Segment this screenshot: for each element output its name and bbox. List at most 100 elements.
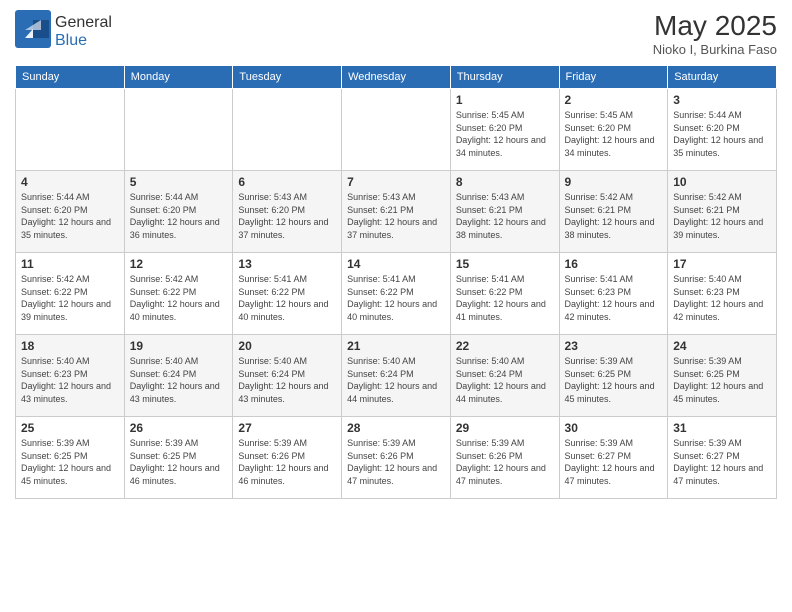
calendar-cell: 28 Sunrise: 5:39 AM Sunset: 6:26 PM Dayli…: [342, 417, 451, 499]
calendar-cell: 6Sunrise: 5:43 AM Sunset: 6:20 PM Daylig…: [233, 171, 342, 253]
day-info: Sunrise: 5:42 AM Sunset: 6:22 PM Dayligh…: [130, 273, 228, 323]
day-number: 3: [673, 93, 771, 107]
calendar-cell: [124, 89, 233, 171]
day-of-week-wednesday: Wednesday: [342, 66, 451, 89]
location-subtitle: Nioko I, Burkina Faso: [653, 42, 777, 57]
day-number: 14: [347, 257, 445, 271]
day-number: 20: [238, 339, 336, 353]
day-number: 4: [21, 175, 119, 189]
day-number: 26: [130, 421, 228, 435]
calendar-cell: 4 Sunrise: 5:44 AM Sunset: 6:20 PM Daylig…: [16, 171, 125, 253]
day-number: 27: [238, 421, 336, 435]
calendar-cell: 26 Sunrise: 5:39 AM Sunset: 6:25 PM Dayli…: [124, 417, 233, 499]
calendar-cell: 16Sunrise: 5:41 AM Sunset: 6:23 PM Dayli…: [559, 253, 668, 335]
day-info: Sunrise: 5:39 AM Sunset: 6:26 PM Dayligh…: [456, 437, 554, 487]
month-title: May 2025: [653, 10, 777, 42]
calendar-cell: 7 Sunrise: 5:43 AM Sunset: 6:21 PM Daylig…: [342, 171, 451, 253]
calendar-cell: [342, 89, 451, 171]
day-info: Sunrise: 5:39 AM Sunset: 6:25 PM Dayligh…: [565, 355, 663, 405]
day-info: Sunrise: 5:41 AM Sunset: 6:22 PM Dayligh…: [238, 273, 336, 323]
day-info: Sunrise: 5:41 AM Sunset: 6:22 PM Dayligh…: [347, 273, 445, 323]
day-number: 10: [673, 175, 771, 189]
day-of-week-friday: Friday: [559, 66, 668, 89]
day-info: Sunrise: 5:43 AM Sunset: 6:21 PM Dayligh…: [347, 191, 445, 241]
logo-blue-text: Blue: [55, 32, 87, 49]
day-of-week-tuesday: Tuesday: [233, 66, 342, 89]
day-of-week-monday: Monday: [124, 66, 233, 89]
calendar-cell: 23 Sunrise: 5:39 AM Sunset: 6:25 PM Dayli…: [559, 335, 668, 417]
day-info: Sunrise: 5:41 AM Sunset: 6:22 PM Dayligh…: [456, 273, 554, 323]
day-info: Sunrise: 5:40 AM Sunset: 6:24 PM Dayligh…: [238, 355, 336, 405]
page: General Blue May 2025 Nioko I, Burkina F…: [0, 0, 792, 612]
day-info: Sunrise: 5:40 AM Sunset: 6:23 PM Dayligh…: [673, 273, 771, 323]
logo: General Blue: [15, 10, 112, 53]
header: General Blue May 2025 Nioko I, Burkina F…: [15, 10, 777, 57]
day-number: 24: [673, 339, 771, 353]
day-info: Sunrise: 5:39 AM Sunset: 6:27 PM Dayligh…: [565, 437, 663, 487]
logo-general-text: General: [55, 14, 112, 31]
calendar-cell: 10Sunrise: 5:42 AM Sunset: 6:21 PM Dayli…: [668, 171, 777, 253]
day-number: 31: [673, 421, 771, 435]
day-number: 12: [130, 257, 228, 271]
day-info: Sunrise: 5:39 AM Sunset: 6:26 PM Dayligh…: [238, 437, 336, 487]
day-info: Sunrise: 5:42 AM Sunset: 6:22 PM Dayligh…: [21, 273, 119, 323]
calendar-cell: 1 Sunrise: 5:45 AM Sunset: 6:20 PM Daylig…: [450, 89, 559, 171]
day-number: 30: [565, 421, 663, 435]
title-block: May 2025 Nioko I, Burkina Faso: [653, 10, 777, 57]
calendar-cell: 20 Sunrise: 5:40 AM Sunset: 6:24 PM Dayli…: [233, 335, 342, 417]
calendar-cell: 3 Sunrise: 5:44 AM Sunset: 6:20 PM Daylig…: [668, 89, 777, 171]
day-number: 7: [347, 175, 445, 189]
day-of-week-saturday: Saturday: [668, 66, 777, 89]
calendar-week-4: 18Sunrise: 5:40 AM Sunset: 6:23 PM Dayli…: [16, 335, 777, 417]
calendar-header-row: SundayMondayTuesdayWednesdayThursdayFrid…: [16, 66, 777, 89]
calendar-cell: 15 Sunrise: 5:41 AM Sunset: 6:22 PM Dayli…: [450, 253, 559, 335]
calendar-cell: 13 Sunrise: 5:41 AM Sunset: 6:22 PM Dayli…: [233, 253, 342, 335]
calendar-cell: 24 Sunrise: 5:39 AM Sunset: 6:25 PM Dayli…: [668, 335, 777, 417]
day-number: 21: [347, 339, 445, 353]
day-number: 22: [456, 339, 554, 353]
day-info: Sunrise: 5:39 AM Sunset: 6:25 PM Dayligh…: [21, 437, 119, 487]
day-number: 23: [565, 339, 663, 353]
day-info: Sunrise: 5:44 AM Sunset: 6:20 PM Dayligh…: [673, 109, 771, 159]
day-info: Sunrise: 5:39 AM Sunset: 6:25 PM Dayligh…: [130, 437, 228, 487]
day-info: Sunrise: 5:41 AM Sunset: 6:23 PM Dayligh…: [565, 273, 663, 323]
day-info: Sunrise: 5:40 AM Sunset: 6:24 PM Dayligh…: [130, 355, 228, 405]
calendar-cell: 22Sunrise: 5:40 AM Sunset: 6:24 PM Dayli…: [450, 335, 559, 417]
day-info: Sunrise: 5:42 AM Sunset: 6:21 PM Dayligh…: [565, 191, 663, 241]
calendar-cell: 29 Sunrise: 5:39 AM Sunset: 6:26 PM Dayli…: [450, 417, 559, 499]
day-info: Sunrise: 5:44 AM Sunset: 6:20 PM Dayligh…: [21, 191, 119, 241]
day-number: 15: [456, 257, 554, 271]
day-of-week-thursday: Thursday: [450, 66, 559, 89]
day-number: 18: [21, 339, 119, 353]
day-number: 29: [456, 421, 554, 435]
calendar-week-1: 1 Sunrise: 5:45 AM Sunset: 6:20 PM Daylig…: [16, 89, 777, 171]
day-number: 9: [565, 175, 663, 189]
calendar-cell: 8Sunrise: 5:43 AM Sunset: 6:21 PM Daylig…: [450, 171, 559, 253]
calendar-cell: 25 Sunrise: 5:39 AM Sunset: 6:25 PM Dayli…: [16, 417, 125, 499]
calendar-cell: 27 Sunrise: 5:39 AM Sunset: 6:26 PM Dayli…: [233, 417, 342, 499]
day-info: Sunrise: 5:43 AM Sunset: 6:20 PM Dayligh…: [238, 191, 336, 241]
calendar-cell: 2 Sunrise: 5:45 AM Sunset: 6:20 PM Daylig…: [559, 89, 668, 171]
day-number: 1: [456, 93, 554, 107]
logo-icon: [15, 10, 51, 48]
calendar-cell: 31Sunrise: 5:39 AM Sunset: 6:27 PM Dayli…: [668, 417, 777, 499]
day-info: Sunrise: 5:45 AM Sunset: 6:20 PM Dayligh…: [456, 109, 554, 159]
calendar-cell: 18Sunrise: 5:40 AM Sunset: 6:23 PM Dayli…: [16, 335, 125, 417]
day-number: 28: [347, 421, 445, 435]
day-info: Sunrise: 5:39 AM Sunset: 6:25 PM Dayligh…: [673, 355, 771, 405]
day-info: Sunrise: 5:44 AM Sunset: 6:20 PM Dayligh…: [130, 191, 228, 241]
calendar-cell: 14 Sunrise: 5:41 AM Sunset: 6:22 PM Dayli…: [342, 253, 451, 335]
day-info: Sunrise: 5:43 AM Sunset: 6:21 PM Dayligh…: [456, 191, 554, 241]
logo-text: General Blue: [55, 14, 112, 50]
day-number: 13: [238, 257, 336, 271]
day-info: Sunrise: 5:40 AM Sunset: 6:24 PM Dayligh…: [347, 355, 445, 405]
calendar-cell: 21 Sunrise: 5:40 AM Sunset: 6:24 PM Dayli…: [342, 335, 451, 417]
day-number: 2: [565, 93, 663, 107]
day-number: 5: [130, 175, 228, 189]
day-number: 25: [21, 421, 119, 435]
calendar-cell: [233, 89, 342, 171]
calendar-cell: 30 Sunrise: 5:39 AM Sunset: 6:27 PM Dayli…: [559, 417, 668, 499]
calendar-cell: 12 Sunrise: 5:42 AM Sunset: 6:22 PM Dayli…: [124, 253, 233, 335]
day-info: Sunrise: 5:45 AM Sunset: 6:20 PM Dayligh…: [565, 109, 663, 159]
day-info: Sunrise: 5:39 AM Sunset: 6:26 PM Dayligh…: [347, 437, 445, 487]
